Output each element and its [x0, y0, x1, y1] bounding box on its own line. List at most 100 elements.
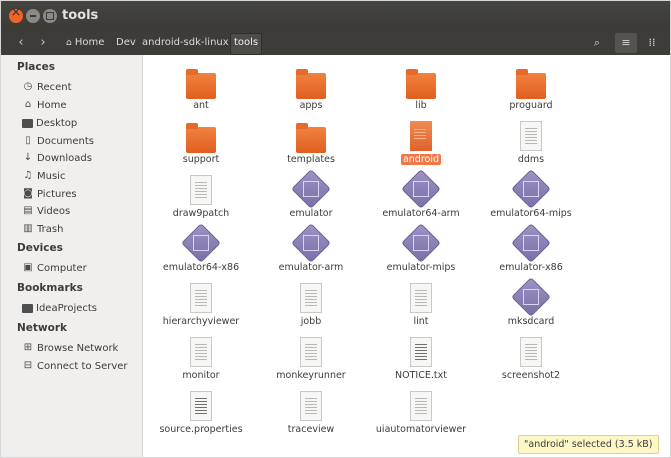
grid-view-button[interactable]: ⁞⁞: [641, 33, 663, 53]
file-item[interactable]: traceview: [256, 391, 366, 439]
title-bar: tools: [1, 1, 670, 31]
file-item[interactable]: hierarchyviewer: [146, 283, 256, 331]
file-item[interactable]: screenshot2: [476, 337, 586, 385]
grid-view-icon: ⁞⁞: [648, 36, 656, 49]
sidebar-section-devices: Devices: [17, 242, 63, 254]
file-item[interactable]: emulator: [256, 169, 366, 223]
computer-icon: ▣: [23, 262, 33, 273]
file-item[interactable]: uiautomatorviewer: [366, 391, 476, 439]
file-item-label-wrap: proguard: [470, 100, 592, 111]
file-item-label: ddms: [517, 154, 545, 165]
file-item[interactable]: NOTICE.txt: [366, 337, 476, 385]
file-item[interactable]: draw9patch: [146, 175, 256, 223]
file-item[interactable]: emulator-x86: [476, 223, 586, 277]
file-item[interactable]: ant: [146, 67, 256, 115]
maximize-window-button[interactable]: [43, 9, 57, 23]
file-item-label: support: [182, 154, 220, 165]
file-item-label-wrap: hierarchyviewer: [140, 316, 262, 327]
file-item[interactable]: mksdcard: [476, 277, 586, 331]
breadcrumb-android-sdk-linux[interactable]: android-sdk-linux: [139, 33, 232, 53]
file-item[interactable]: emulator64-arm: [366, 169, 476, 223]
file-item-label-wrap: draw9patch: [140, 208, 262, 219]
home-icon: ⌂: [66, 38, 72, 48]
file-item[interactable]: ddms: [476, 121, 586, 169]
sidebar-item-computer[interactable]: ▣ Computer: [22, 260, 86, 276]
script-file-icon: [410, 121, 432, 151]
breadcrumb-label: Home: [74, 37, 105, 48]
file-item[interactable]: templates: [256, 121, 366, 169]
search-button[interactable]: ⌕: [586, 33, 608, 53]
script-file-icon: [190, 283, 212, 313]
sidebar-item-label: Downloads: [37, 152, 92, 164]
file-item-label: monitor: [182, 370, 220, 381]
file-item-label-wrap: emulator-mips: [360, 262, 482, 273]
text-file-icon: [190, 391, 212, 421]
file-item-label: screenshot2: [501, 370, 561, 381]
file-item[interactable]: monitor: [146, 337, 256, 385]
breadcrumb-home[interactable]: ⌂ Home: [63, 33, 107, 53]
file-item-label-wrap: ddms: [470, 154, 592, 165]
file-item-label-wrap: emulator: [250, 208, 372, 219]
sidebar-item-home[interactable]: ⌂ Home: [22, 97, 67, 113]
file-item-label: uiautomatorviewer: [375, 424, 467, 435]
file-item[interactable]: support: [146, 121, 256, 169]
file-item[interactable]: emulator64-mips: [476, 169, 586, 223]
executable-icon: [511, 169, 551, 209]
file-item-label: ant: [193, 100, 209, 111]
sidebar-item-music[interactable]: ♫ Music: [22, 168, 66, 184]
file-item[interactable]: emulator64-x86: [146, 223, 256, 277]
close-window-button[interactable]: [9, 5, 23, 23]
file-item[interactable]: lib: [366, 67, 476, 115]
file-item-label: NOTICE.txt: [395, 370, 447, 381]
back-button[interactable]: ‹: [11, 33, 31, 53]
breadcrumb-dev[interactable]: Dev: [113, 33, 139, 53]
file-item-label: source.properties: [159, 424, 243, 435]
file-item-label-wrap: emulator-x86: [470, 262, 592, 273]
minimize-window-button[interactable]: [26, 9, 40, 23]
search-icon: ⌕: [593, 36, 601, 49]
sidebar-item-desktop[interactable]: Desktop: [22, 115, 77, 131]
sidebar-item-label: Home: [37, 99, 67, 111]
breadcrumb-label: tools: [234, 37, 259, 48]
file-item[interactable]: android: [366, 121, 476, 169]
forward-button[interactable]: ›: [33, 33, 53, 53]
breadcrumb-tools[interactable]: tools: [230, 33, 263, 55]
script-file-icon: [300, 283, 322, 313]
folder-icon: [186, 123, 216, 153]
script-file-icon: [520, 121, 542, 151]
file-item-label: traceview: [287, 424, 335, 435]
sidebar-item-downloads[interactable]: ↓ Downloads: [22, 150, 92, 166]
file-item[interactable]: monkeyrunner: [256, 337, 366, 385]
sidebar: Places ◷ Recent ⌂ Home Desktop ▯ Documents …: [1, 55, 143, 457]
executable-icon: [401, 169, 441, 209]
script-file-icon: [190, 175, 212, 205]
server-icon: ⊟: [23, 360, 33, 371]
sidebar-item-label: Connect to Server: [37, 360, 128, 372]
sidebar-item-videos[interactable]: ▤ Videos: [22, 203, 70, 219]
sidebar-item-trash[interactable]: ▥ Trash: [22, 221, 63, 237]
file-item-label: monkeyrunner: [276, 370, 346, 381]
network-icon: ⊞: [23, 342, 33, 353]
file-item-label: emulator: [289, 208, 333, 219]
file-item-label-wrap: templates: [250, 154, 372, 165]
executable-icon: [291, 223, 331, 263]
file-item[interactable]: source.properties: [146, 391, 256, 439]
sidebar-item-recent[interactable]: ◷ Recent: [22, 79, 72, 95]
file-item-label-wrap: NOTICE.txt: [360, 370, 482, 381]
executable-icon: [511, 223, 551, 263]
folder-icon: [296, 69, 326, 99]
sidebar-item-label: Music: [37, 170, 66, 182]
sidebar-item-ideaprojects[interactable]: IdeaProjects: [22, 300, 97, 316]
sidebar-item-documents[interactable]: ▯ Documents: [22, 133, 94, 149]
file-item[interactable]: emulator-mips: [366, 223, 476, 277]
file-item[interactable]: emulator-arm: [256, 223, 366, 277]
file-item[interactable]: apps: [256, 67, 366, 115]
file-item[interactable]: lint: [366, 283, 476, 331]
file-item[interactable]: proguard: [476, 67, 586, 115]
script-file-icon: [190, 337, 212, 367]
sidebar-item-connect-to-server[interactable]: ⊟ Connect to Server: [22, 358, 128, 374]
file-item[interactable]: jobb: [256, 283, 366, 331]
list-view-button[interactable]: ≡: [615, 33, 637, 53]
sidebar-item-browse-network[interactable]: ⊞ Browse Network: [22, 340, 119, 356]
sidebar-item-pictures[interactable]: ◙ Pictures: [22, 186, 76, 202]
